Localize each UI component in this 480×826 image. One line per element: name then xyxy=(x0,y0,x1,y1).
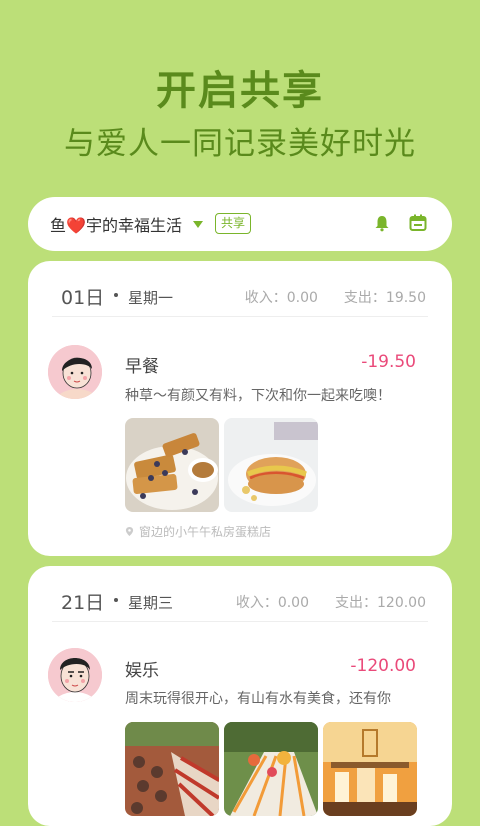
pancake-photo[interactable] xyxy=(125,418,219,512)
entry-category: 娱乐 xyxy=(125,661,159,681)
heart-icon: ❤️ xyxy=(66,216,86,235)
divider xyxy=(52,621,428,622)
avatar-female[interactable] xyxy=(48,345,102,399)
chevron-down-icon[interactable] xyxy=(193,221,203,228)
share-badge: 共享 xyxy=(215,213,252,234)
separator-dot xyxy=(114,598,118,602)
entry-amount: -120.00 xyxy=(350,656,416,676)
account-book-bar[interactable]: 鱼❤️宇的幸福生活 共享 xyxy=(28,197,452,251)
party-table-photo[interactable] xyxy=(125,722,219,816)
income-total: 收入：0.00 xyxy=(244,290,318,306)
sandwich-photo[interactable] xyxy=(224,418,318,512)
income-total: 收入：0.00 xyxy=(235,595,309,611)
outdoor-table-photo[interactable] xyxy=(224,722,318,816)
avatar-male[interactable] xyxy=(48,648,102,702)
dessert-display-photo[interactable] xyxy=(323,722,417,816)
hero-subtitle: 与爱人一同记录美好时光 xyxy=(64,126,416,162)
location-pin-icon xyxy=(125,527,134,536)
weekday: 星期一 xyxy=(128,289,174,307)
book-name-suffix: 宇的幸福生活 xyxy=(85,216,182,235)
expense-total: 支出：19.50 xyxy=(343,290,426,306)
location-text: 窗边的小午午私房蛋糕店 xyxy=(139,525,272,539)
separator-dot xyxy=(114,293,118,297)
bell-icon[interactable] xyxy=(373,214,391,232)
day-number: 01日 xyxy=(61,287,105,309)
day-card: 21日 星期三 收入：0.00 支出：120.00 娱乐 -120.00 周末玩得… xyxy=(28,566,452,826)
expense-total: 支出：120.00 xyxy=(335,595,426,611)
entry-category: 早餐 xyxy=(125,357,159,377)
entry-note: 种草～有颜又有料，下次和你一起来吃噢！ xyxy=(125,388,391,404)
entry-location[interactable]: 窗边的小午午私房蛋糕店 xyxy=(125,523,271,540)
account-book-name[interactable]: 鱼❤️宇的幸福生活 xyxy=(50,212,182,236)
day-header: 01日 星期一 收入：0.00 支出：19.50 xyxy=(28,261,452,317)
book-name-prefix: 鱼 xyxy=(50,216,67,235)
day-card: 01日 星期一 收入：0.00 支出：19.50 早餐 -19.50 种草～有颜又… xyxy=(28,261,452,556)
day-number: 21日 xyxy=(61,592,105,614)
entry-amount: -19.50 xyxy=(361,352,416,372)
day-summary: 收入：0.00 支出：19.50 xyxy=(245,287,426,307)
entry-note: 周末玩得很开心，有山有水有美食，还有你 xyxy=(125,691,391,707)
hero-title: 开启共享 xyxy=(156,68,324,114)
day-summary: 收入：0.00 支出：120.00 xyxy=(236,592,426,612)
calendar-icon[interactable] xyxy=(408,213,428,233)
day-header: 21日 星期三 收入：0.00 支出：120.00 xyxy=(28,566,452,622)
weekday: 星期三 xyxy=(128,594,174,612)
divider xyxy=(52,316,428,317)
